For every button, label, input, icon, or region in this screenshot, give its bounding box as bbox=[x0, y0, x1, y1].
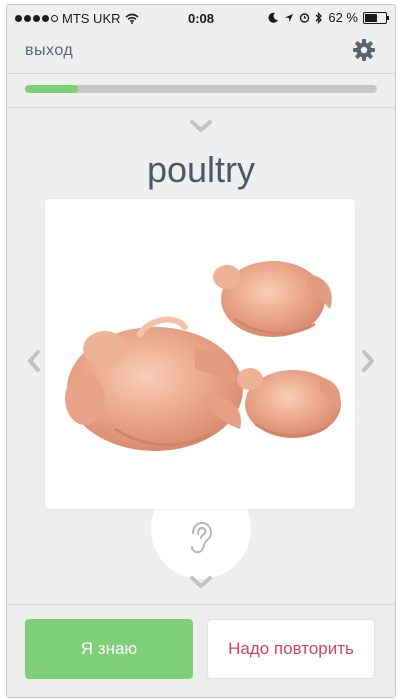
medium-chicken-illustration bbox=[213, 261, 332, 337]
i-know-button[interactable]: Я знаю bbox=[25, 619, 193, 679]
header-divider bbox=[7, 73, 395, 74]
battery-icon bbox=[363, 11, 389, 24]
progress-fill bbox=[25, 85, 78, 93]
app-frame: MTS UKR 0:08 62 % выход poultry Я знаю Н… bbox=[6, 4, 396, 698]
chevron-down-icon[interactable] bbox=[189, 575, 213, 589]
status-right: 62 % bbox=[268, 10, 389, 25]
bluetooth-icon bbox=[315, 11, 323, 24]
chevron-left-icon[interactable] bbox=[27, 349, 41, 373]
chevron-down-icon[interactable] bbox=[189, 119, 213, 133]
lesson-progress-bar bbox=[25, 85, 377, 93]
chevron-right-icon[interactable] bbox=[361, 349, 375, 373]
flashcard[interactable] bbox=[45, 199, 355, 509]
top-bar: выход bbox=[7, 31, 395, 71]
gear-icon[interactable] bbox=[351, 37, 377, 63]
alarm-icon bbox=[300, 13, 310, 23]
moon-icon bbox=[268, 12, 279, 23]
exit-button[interactable]: выход bbox=[25, 42, 73, 60]
battery-percent: 62 % bbox=[328, 10, 358, 25]
small-chicken-illustration bbox=[237, 368, 341, 438]
ear-icon bbox=[191, 521, 213, 554]
answer-footer: Я знаю Надо повторить bbox=[7, 605, 395, 697]
battery-level bbox=[365, 13, 377, 22]
poultry-image bbox=[65, 261, 341, 451]
large-chicken-illustration bbox=[65, 316, 243, 451]
need-repeat-button[interactable]: Надо повторить bbox=[207, 619, 375, 679]
progress-divider bbox=[7, 107, 395, 108]
location-arrow-icon bbox=[285, 13, 294, 22]
status-bar: MTS UKR 0:08 62 % bbox=[7, 5, 395, 31]
vocabulary-word: poultry bbox=[146, 149, 256, 190]
